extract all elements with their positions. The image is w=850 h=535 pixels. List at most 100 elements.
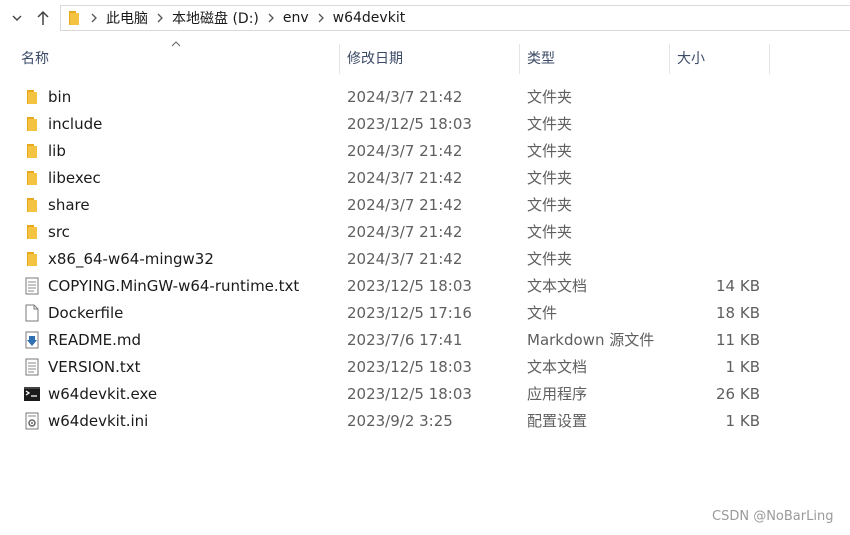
column-header-type[interactable]: 类型 [527, 40, 669, 76]
file-row[interactable]: libexec 2024/3/7 21:42 文件夹 [0, 164, 850, 191]
breadcrumb-item-local-disk[interactable]: 本地磁盘 (D:) [169, 8, 262, 28]
file-size [670, 164, 760, 191]
file-row[interactable]: include 2023/12/5 18:03 文件夹 [0, 110, 850, 137]
column-headers: 名称 修改日期 类型 大小 [0, 40, 850, 76]
file-row[interactable]: src 2024/3/7 21:42 文件夹 [0, 218, 850, 245]
file-type: 文件夹 [527, 169, 573, 187]
file-row[interactable]: lib 2024/3/7 21:42 文件夹 [0, 137, 850, 164]
file-date: 2024/3/7 21:42 [347, 168, 463, 187]
breadcrumb-separator[interactable] [85, 6, 103, 30]
file-name: lib [48, 141, 66, 160]
file-size [670, 83, 760, 110]
file-type: 应用程序 [527, 385, 588, 403]
folder-icon [22, 245, 42, 272]
file-type: Markdown 源文件 [527, 331, 655, 349]
up-button[interactable] [34, 9, 52, 27]
file-row[interactable]: COPYING.MinGW-w64-runtime.txt 2023/12/5 1… [0, 272, 850, 299]
file-date: 2023/7/6 17:41 [347, 330, 463, 349]
breadcrumb-item-this-pc[interactable]: 此电脑 [103, 8, 151, 28]
column-divider[interactable] [669, 44, 670, 74]
chevron-right-icon [318, 13, 324, 23]
file-name: share [48, 195, 90, 214]
file-name: Dockerfile [48, 303, 124, 322]
file-size: 11 KB [716, 330, 760, 349]
file-size [670, 110, 760, 137]
file-row[interactable]: Dockerfile 2023/12/5 17:16 文件 18 KB [0, 299, 850, 326]
file-date: 2024/3/7 21:42 [347, 141, 463, 160]
folder-icon [22, 137, 42, 164]
folder-icon [22, 83, 42, 110]
file-size: 26 KB [716, 384, 760, 403]
folder-icon [22, 164, 42, 191]
column-divider[interactable] [519, 44, 520, 74]
file-name: libexec [48, 168, 101, 187]
file-row[interactable]: bin 2024/3/7 21:42 文件夹 [0, 83, 850, 110]
file-row[interactable]: README.md 2023/7/6 17:41 Markdown 源文件 11 KB [0, 326, 850, 353]
file-row[interactable]: VERSION.txt 2023/12/5 18:03 文本文档 1 KB [0, 353, 850, 380]
file-name: bin [48, 87, 72, 106]
chevron-right-icon [91, 13, 97, 23]
file-size [670, 137, 760, 164]
file-date: 2023/12/5 18:03 [347, 357, 472, 376]
file-date: 2023/9/2 3:25 [347, 411, 453, 430]
recent-locations-button[interactable] [8, 9, 26, 27]
folder-icon [22, 218, 42, 245]
breadcrumb-separator[interactable] [312, 6, 330, 30]
column-divider[interactable] [339, 44, 340, 74]
file-size: 1 KB [725, 411, 760, 430]
file-row[interactable]: w64devkit.ini 2023/9/2 3:25 配置设置 1 KB [0, 407, 850, 434]
file-date: 2023/12/5 18:03 [347, 384, 472, 403]
chevron-down-icon [12, 15, 22, 21]
file-size: 18 KB [716, 303, 760, 322]
file-name: w64devkit.exe [48, 384, 158, 403]
markdown-file-icon [22, 326, 42, 353]
file-row[interactable]: share 2024/3/7 21:42 文件夹 [0, 191, 850, 218]
file-size [670, 218, 760, 245]
file-type: 文件夹 [527, 115, 573, 133]
file-row[interactable]: x86_64-w64-mingw32 2024/3/7 21:42 文件夹 [0, 245, 850, 272]
breadcrumb-item-w64devkit[interactable]: w64devkit [330, 10, 409, 26]
toolbar: 此电脑 本地磁盘 (D:) env w64devkit [0, 0, 850, 36]
file-size [670, 245, 760, 272]
file-type: 文件夹 [527, 88, 573, 106]
exe-file-icon [22, 380, 42, 407]
file-type: 配置设置 [527, 412, 588, 430]
ini-file-icon [22, 407, 42, 434]
watermark: CSDN @NoBarLing [712, 509, 834, 524]
folder-icon [22, 191, 42, 218]
file-type: 文件 [527, 304, 558, 322]
breadcrumb-separator[interactable] [262, 6, 280, 30]
file-name: include [48, 114, 103, 133]
file-date: 2023/12/5 18:03 [347, 276, 472, 295]
column-header-date[interactable]: 修改日期 [347, 40, 519, 76]
file-type: 文本文档 [527, 277, 588, 295]
file-date: 2023/12/5 17:16 [347, 303, 472, 322]
arrow-up-icon [37, 10, 49, 25]
breadcrumb-item-env[interactable]: env [280, 10, 312, 26]
file-type: 文件夹 [527, 142, 573, 160]
column-divider[interactable] [769, 44, 770, 74]
column-header-name[interactable]: 名称 [21, 40, 339, 76]
chevron-right-icon [268, 13, 274, 23]
blank-file-icon [22, 299, 42, 326]
file-name: w64devkit.ini [48, 411, 149, 430]
file-name: README.md [48, 330, 142, 349]
file-type: 文本文档 [527, 358, 588, 376]
file-list: bin 2024/3/7 21:42 文件夹 include 2023/12/5 18… [0, 83, 850, 434]
folder-icon [63, 6, 85, 30]
file-date: 2024/3/7 21:42 [347, 195, 463, 214]
chevron-right-icon [157, 13, 163, 23]
breadcrumb: 此电脑 本地磁盘 (D:) env w64devkit [61, 6, 408, 30]
folder-icon [22, 110, 42, 137]
file-type: 文件夹 [527, 196, 573, 214]
file-row[interactable]: w64devkit.exe 2023/12/5 18:03 应用程序 26 KB [0, 380, 850, 407]
column-header-size[interactable]: 大小 [677, 40, 769, 76]
file-name: x86_64-w64-mingw32 [48, 249, 214, 268]
text-file-icon [22, 353, 42, 380]
file-name: COPYING.MinGW-w64-runtime.txt [48, 276, 300, 295]
file-size [670, 191, 760, 218]
file-name: VERSION.txt [48, 357, 141, 376]
file-size: 14 KB [716, 276, 760, 295]
address-bar[interactable]: 此电脑 本地磁盘 (D:) env w64devkit [60, 5, 850, 31]
breadcrumb-separator[interactable] [151, 6, 169, 30]
